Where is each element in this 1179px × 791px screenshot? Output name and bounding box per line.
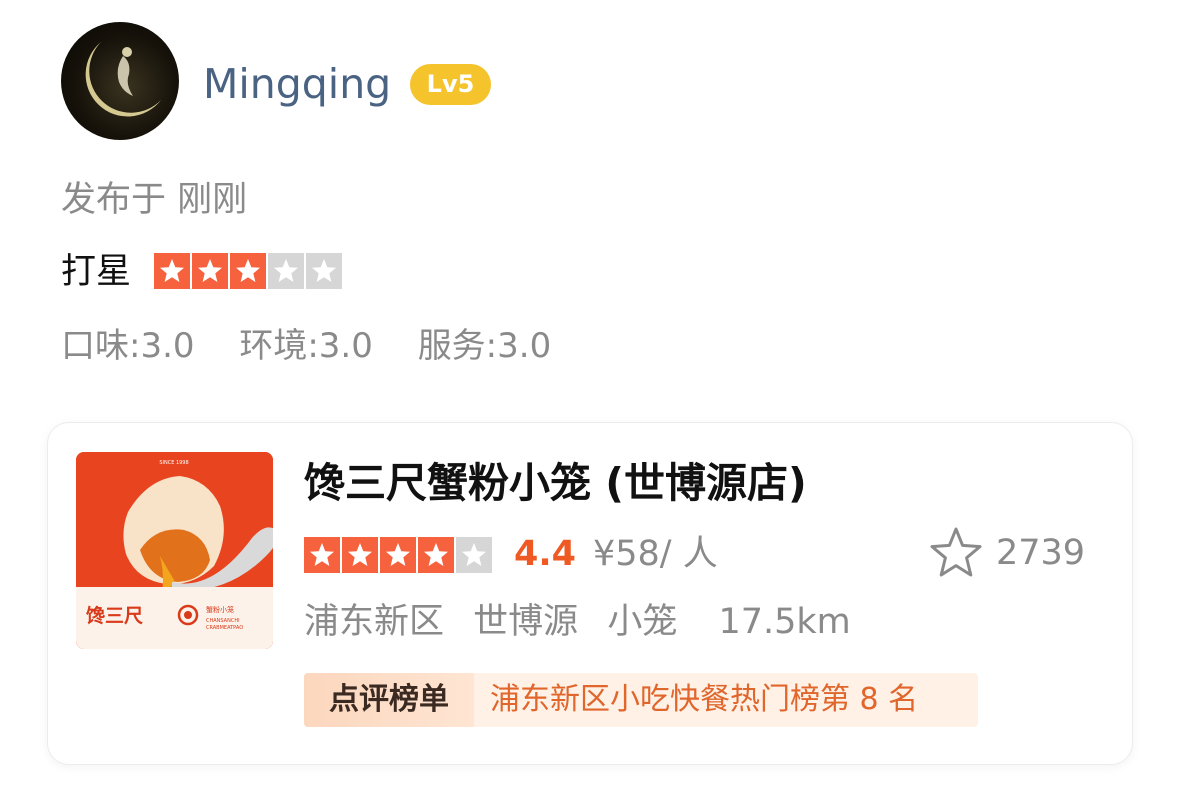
- shop-category: 小笼: [607, 602, 678, 642]
- user-star-rating: [154, 253, 342, 289]
- ranking-banner[interactable]: 点评榜单 浦东新区小吃快餐热门榜第 8 名: [304, 673, 978, 727]
- subscore-environment: 环境:3.0: [239, 326, 373, 366]
- shop-area: 世博源: [473, 602, 579, 642]
- english-text-1: CHANSANCHI: [206, 618, 240, 624]
- star-filled-icon: [418, 537, 454, 573]
- star-outline-icon[interactable]: [928, 525, 984, 581]
- favorite-button[interactable]: 2739: [928, 523, 1085, 583]
- shop-location: 浦东新区 世博源 小笼 17.5km: [304, 599, 869, 645]
- ranking-text: 浦东新区小吃快餐热门榜第 8 名: [474, 673, 978, 727]
- shop-card[interactable]: SINCE 1998 馋三尺 蟹粉小笼 CHANSANCHI CRABMEATP…: [47, 422, 1133, 765]
- shop-name[interactable]: 馋三尺蟹粉小笼 (世博源店): [304, 456, 807, 510]
- brand-text: 馋三尺: [86, 604, 143, 627]
- avatar[interactable]: [61, 22, 179, 140]
- username[interactable]: Mingqing: [203, 58, 391, 110]
- publish-time: 发布于 刚刚: [61, 180, 248, 220]
- favorite-count: 2739: [996, 533, 1086, 573]
- shop-price: ¥58/ 人: [593, 534, 718, 574]
- star-filled-icon: [230, 253, 266, 289]
- shop-distance: 17.5km: [718, 602, 851, 642]
- star-empty-icon: [456, 537, 492, 573]
- star-filled-icon: [192, 253, 228, 289]
- subscore-taste: 口味:3.0: [61, 326, 195, 366]
- shop-star-rating: [304, 537, 492, 573]
- level-badge: Lv5: [410, 64, 491, 105]
- shop-image[interactable]: SINCE 1998 馋三尺 蟹粉小笼 CHANSANCHI CRABMEATP…: [76, 452, 273, 649]
- shop-score: 4.4: [514, 534, 577, 574]
- subscores: 口味:3.0 环境:3.0 服务:3.0: [61, 323, 585, 369]
- star-empty-icon: [268, 253, 304, 289]
- star-filled-icon: [380, 537, 416, 573]
- star-filled-icon: [154, 253, 190, 289]
- subbrand-text: 蟹粉小笼: [206, 605, 234, 614]
- shop-district: 浦东新区: [304, 602, 445, 642]
- shop-logo-image: SINCE 1998 馋三尺 蟹粉小笼 CHANSANCHI CRABMEATP…: [76, 452, 273, 649]
- star-empty-icon: [306, 253, 342, 289]
- subscore-service: 服务:3.0: [417, 326, 552, 366]
- ranking-tag: 点评榜单: [304, 673, 474, 727]
- avatar-image: [85, 42, 161, 117]
- star-filled-icon: [304, 537, 340, 573]
- since-text: SINCE 1998: [159, 460, 188, 466]
- star-filled-icon: [342, 537, 378, 573]
- english-text-2: CRABMEATPAO: [206, 625, 243, 631]
- rating-label: 打星: [61, 252, 132, 292]
